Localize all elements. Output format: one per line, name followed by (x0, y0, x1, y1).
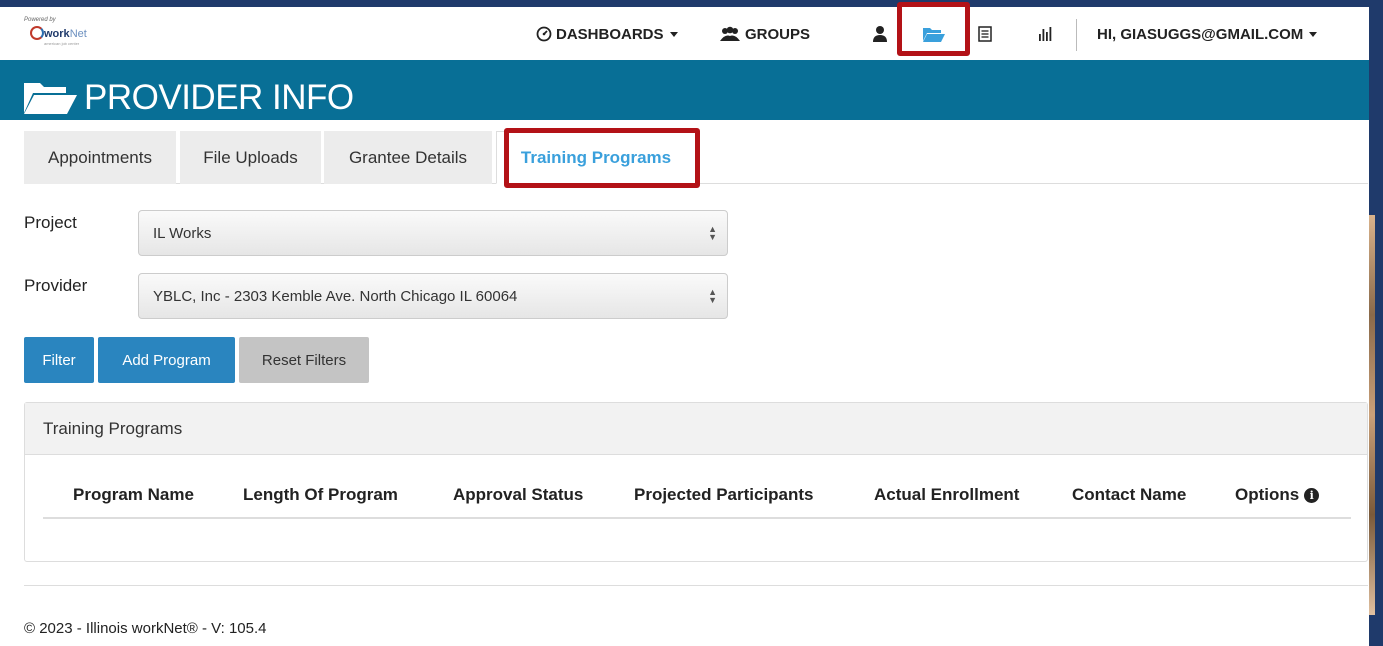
user-icon (873, 26, 887, 42)
column-actual-enrollment[interactable]: Actual Enrollment (874, 485, 1019, 505)
worknet-logo[interactable]: Powered by workNet american job center (24, 17, 124, 46)
column-options: Options i (1235, 485, 1320, 505)
project-select-value: IL Works (153, 224, 212, 242)
info-circle-icon[interactable]: i (1304, 487, 1320, 503)
provider-select-value: YBLC, Inc - 2303 Kemble Ave. North Chica… (153, 287, 518, 305)
chevron-down-icon (669, 31, 678, 37)
window-right-border (1369, 0, 1383, 646)
column-projected-participants[interactable]: Projected Participants (634, 485, 814, 505)
nav-reports-link[interactable] (978, 23, 992, 45)
nav-groups-label: GROUPS (745, 25, 811, 43)
page-header-band: PROVIDER INFO (0, 60, 1369, 120)
provider-label: Provider (24, 276, 88, 295)
column-contact-name[interactable]: Contact Name (1072, 485, 1186, 505)
provider-select[interactable]: YBLC, Inc - 2303 Kemble Ave. North Chica… (138, 273, 728, 319)
select-arrows-icon: ▲ ▼ (708, 287, 717, 305)
logo-powered-text: Powered by (24, 17, 56, 23)
panel-heading: Training Programs (25, 403, 1367, 455)
tab-file-uploads[interactable]: File Uploads (180, 131, 321, 184)
nav-dashboards-label: DASHBOARDS (556, 25, 664, 43)
column-program-name[interactable]: Program Name (73, 485, 194, 505)
nav-profile-link[interactable] (872, 23, 888, 45)
nav-dashboards-menu[interactable]: DASHBOARDS (536, 23, 678, 45)
dashboard-gauge-icon (536, 26, 552, 42)
table-header: Program Name Length Of Program Approval … (43, 473, 1351, 519)
reset-filters-button[interactable]: Reset Filters (239, 337, 369, 383)
stats-bars-icon (1039, 27, 1052, 41)
add-program-button[interactable]: Add Program (98, 337, 235, 383)
logo-brand-main: work (44, 28, 70, 40)
filter-button[interactable]: Filter (24, 337, 94, 383)
training-tab-highlight-box (504, 128, 700, 188)
tab-grantee-details[interactable]: Grantee Details (324, 131, 492, 184)
project-label: Project (24, 213, 77, 232)
background-photo-strip (1369, 215, 1375, 615)
groups-icon (720, 26, 740, 41)
project-select[interactable]: IL Works ▲ ▼ (138, 210, 728, 256)
nav-user-greeting: HI, GIASUGGS@GMAIL.COM (1097, 25, 1304, 43)
training-programs-panel: Training Programs Program Name Length Of… (24, 402, 1368, 562)
select-arrows-icon: ▲ ▼ (708, 224, 717, 242)
logo-tagline: american job center (44, 41, 80, 46)
column-approval-status[interactable]: Approval Status (453, 485, 583, 505)
nav-groups-link[interactable]: GROUPS (719, 23, 810, 45)
window-top-border (0, 0, 1383, 7)
column-options-label: Options (1235, 485, 1300, 504)
logo-brand: workNet (44, 28, 87, 40)
folder-open-icon (24, 83, 77, 114)
chevron-down-icon (1309, 31, 1318, 37)
logo-swirl-icon (30, 26, 44, 40)
footer-divider (24, 585, 1368, 586)
page-title: PROVIDER INFO (22, 78, 354, 118)
logo-brand-suffix: Net (69, 28, 87, 40)
footer-copyright: © 2023 - Illinois workNet® - V: 105.4 (24, 620, 267, 637)
top-navbar: Powered by workNet american job center D… (0, 7, 1369, 60)
tab-appointments[interactable]: Appointments (24, 131, 176, 184)
nav-stats-link[interactable] (1038, 23, 1052, 45)
nav-user-menu[interactable]: HI, GIASUGGS@GMAIL.COM (1097, 23, 1318, 45)
list-icon (978, 26, 992, 42)
nav-divider (1076, 19, 1077, 51)
page-title-text: PROVIDER INFO (84, 78, 354, 117)
column-length-of-program[interactable]: Length Of Program (243, 485, 398, 505)
folder-highlight-box (897, 2, 970, 56)
